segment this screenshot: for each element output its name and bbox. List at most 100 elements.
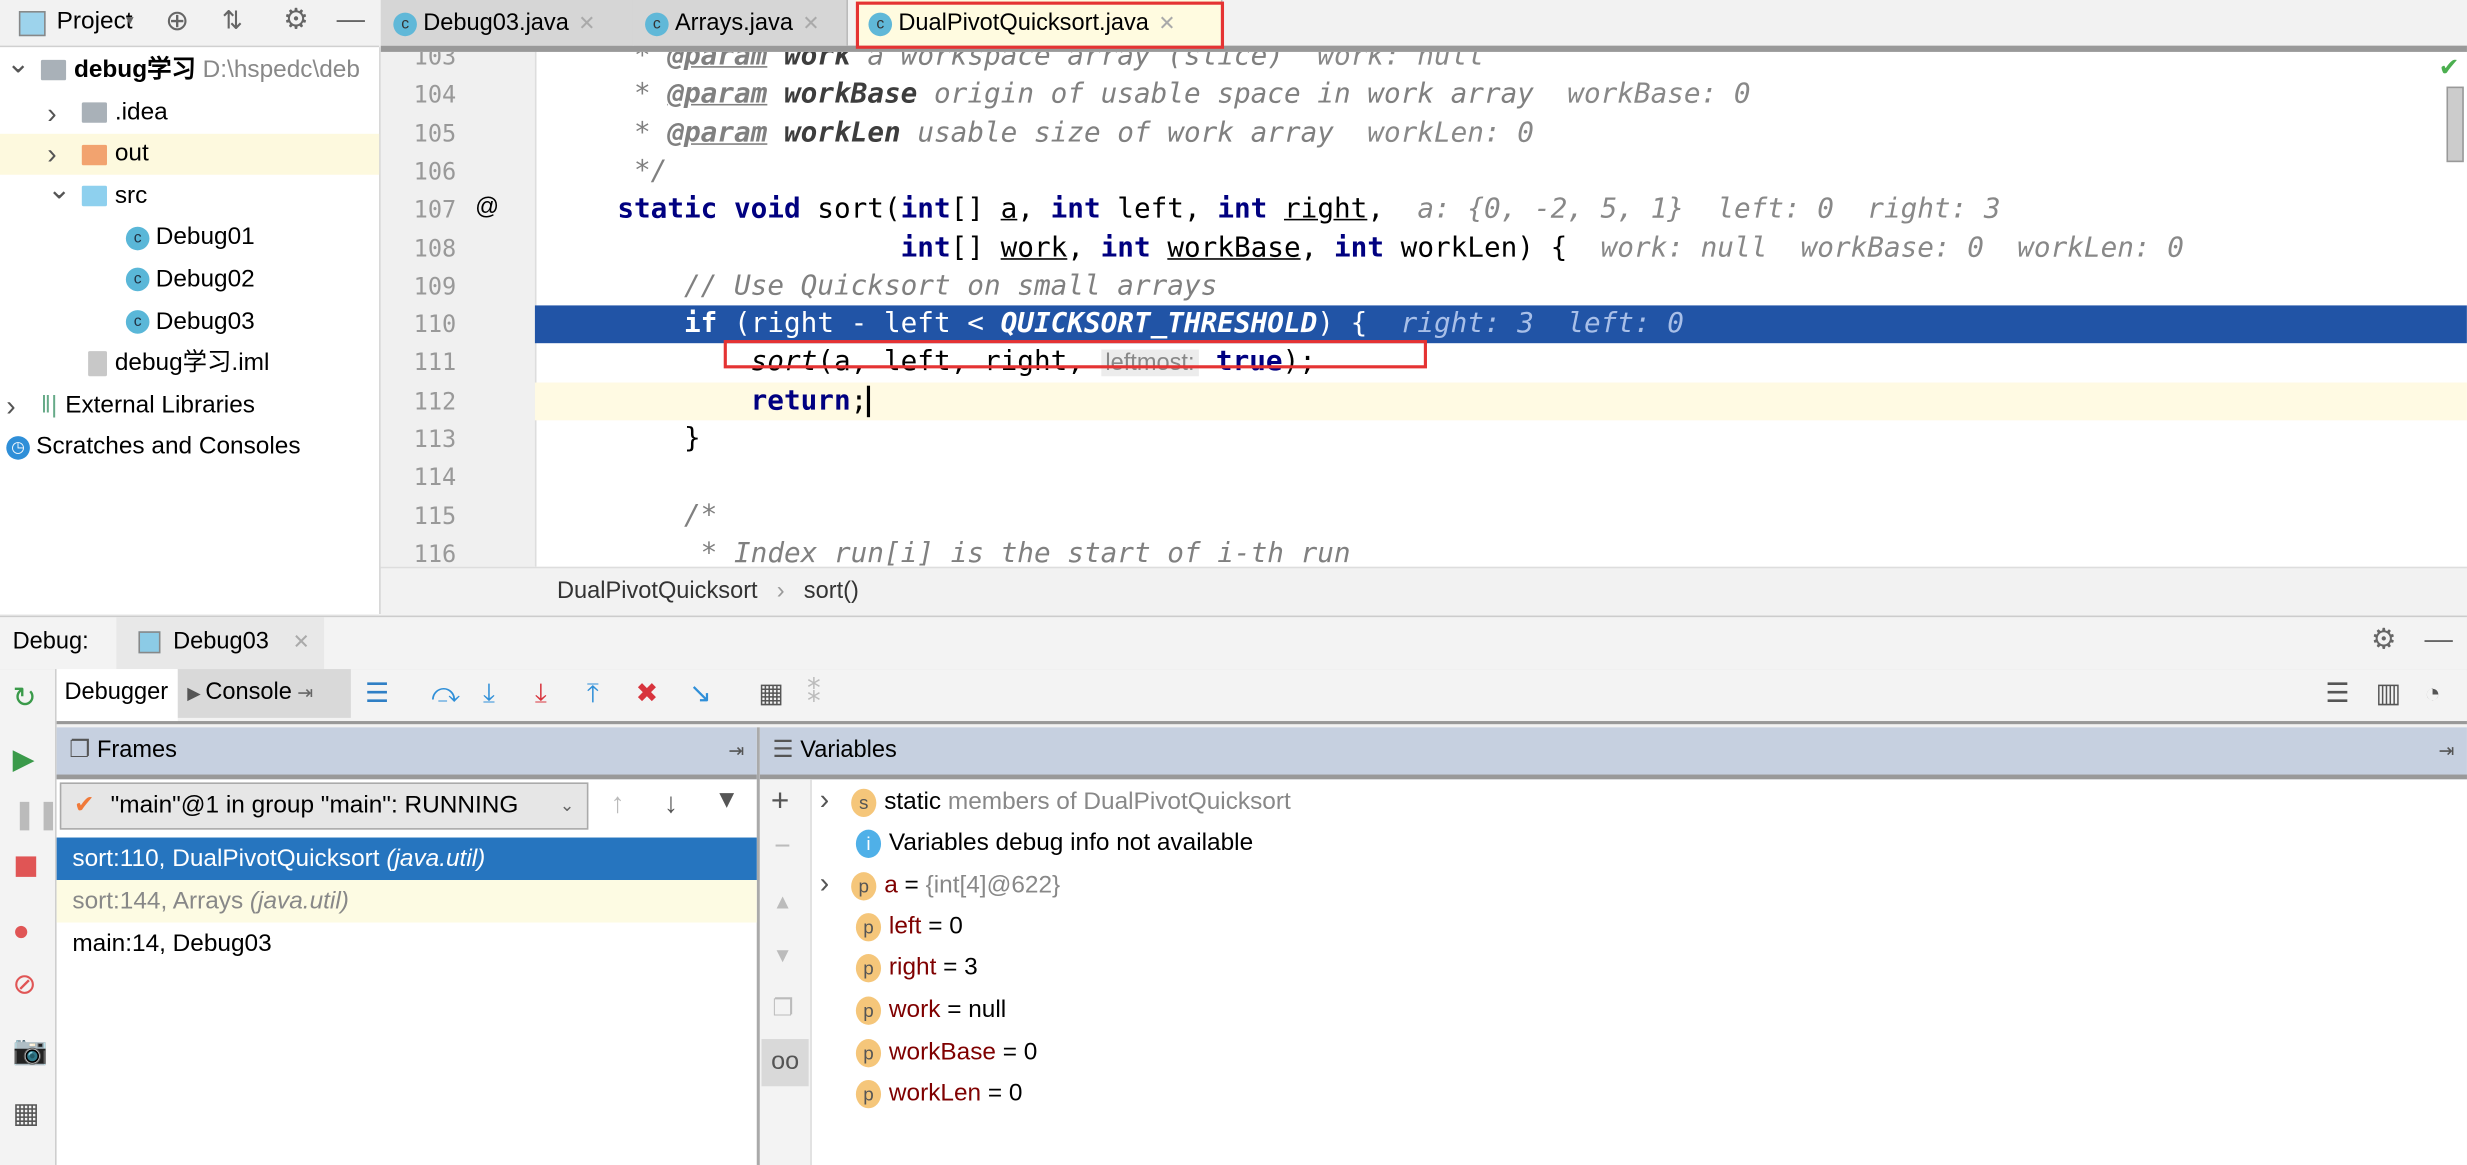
overhead-icon[interactable]: ◔ [2424,679,2440,710]
code-line[interactable]: if (right - left < QUICKSORT_THRESHOLD) … [534,305,2467,344]
force-step-into-icon[interactable]: ⤓ [535,679,547,710]
evaluate-expression-icon[interactable]: ▦ [758,679,783,710]
frame-item[interactable]: main:14, Debug03 [57,923,757,966]
step-out-icon[interactable]: ⤒ [587,679,599,710]
variable-item[interactable]: p right = 3 [813,947,978,990]
stop-icon[interactable] [15,856,37,877]
chevron-right-icon[interactable]: › [820,784,829,815]
tab-arrays[interactable]: c Arrays.java ✕ [632,0,849,46]
chevron-right-icon[interactable]: › [820,868,829,899]
memory-icon[interactable]: ▥ [2376,679,2401,710]
code-line[interactable]: return; [534,382,2467,420]
tree-item-debug01[interactable]: c Debug01 [0,218,379,259]
minimize-icon[interactable]: — [2424,623,2452,656]
tree-item-scratches-and-consoles[interactable]: ◷ Scratches and Consoles [0,427,379,468]
variable-item[interactable]: › s static members of DualPivotQuicksort [813,779,1291,822]
copy-icon[interactable]: ❐ [772,993,793,1022]
close-icon[interactable]: ✕ [293,630,310,655]
code-line[interactable]: static void sort(int[] a, int left, int … [535,191,2467,229]
step-over-icon[interactable]: ⤼ [431,679,460,710]
tree-item-label: debug学习.iml [114,349,270,377]
tab-label: Debug03.java [423,9,569,37]
chevron-right-icon[interactable]: › [6,385,15,426]
chevron-right-icon[interactable]: › [47,92,56,133]
close-icon[interactable]: ✕ [578,11,595,35]
arrow-up-icon[interactable]: ↑ [610,787,624,820]
add-watch-icon[interactable]: + [771,784,789,820]
item: debug学习.iml [88,343,269,384]
code-line[interactable]: * @param workLen usable size of work arr… [535,114,2467,152]
camera-icon[interactable]: 📷 [13,1034,48,1067]
variable-value: = 0 [995,1038,1038,1066]
code-line[interactable]: // Use Quicksort on small arrays [535,267,2467,305]
scrollbar-thumb[interactable] [2446,86,2464,163]
chevron-down-icon[interactable]: ⌄ [6,43,30,84]
rerun-icon[interactable]: ↻ [13,682,37,715]
layout-icon[interactable]: ▦ [13,1097,40,1130]
tree-item-external-libraries[interactable]: › ‖| External Libraries [0,385,379,426]
code-editor[interactable]: 103 104 105 106 107 @108 109 110 111 112 113 114 115… [380,51,2467,567]
remove-watch-icon[interactable]: − [774,830,791,863]
tree-item-debug03[interactable]: c Debug03 [0,302,379,343]
frame-item[interactable]: sort:110, DualPivotQuicksort (java.util) [56,837,757,881]
breadcrumb-item[interactable]: DualPivotQuicksort [557,578,758,605]
show-execution-point-icon[interactable]: ☰ [365,679,389,710]
code-line[interactable]: * @param workBase origin of usable space… [535,76,2467,114]
tree-item-debug--[interactable]: ⌄ debug学习 D:\hspedc\deb [0,47,379,91]
trace-icon[interactable]: ⁑ [807,679,820,710]
mute-breakpoints-icon[interactable]: ⊘ [13,968,37,1001]
line-number: 106 [413,157,457,186]
move-up-icon[interactable]: ▲ [772,889,792,913]
pause-icon[interactable]: ❚❚ [13,798,60,831]
variable-item[interactable]: › p a = {int[4]@622} [813,863,1060,906]
filter-icon[interactable]: ▼ [714,787,739,815]
code-line[interactable]: /* [535,497,2467,535]
debug-session-tab[interactable]: Debug03 ✕ [116,617,325,670]
code-line[interactable]: } [535,420,2467,458]
frame-item[interactable]: sort:144, Arrays (java.util) [56,880,757,923]
arrow-down-icon[interactable]: ↓ [664,787,678,820]
locate-icon[interactable]: ⊕ [165,5,189,38]
minimize-icon[interactable]: — [337,3,365,36]
code-line[interactable] [535,459,2467,497]
variable-item[interactable]: p left = 0 [813,905,963,948]
run-to-cursor-icon[interactable]: ↘ [689,679,711,710]
chevron-down-icon[interactable]: ▾ [126,13,134,30]
thread-dropdown[interactable]: ✔ "main"@1 in group "main": RUNNING ⌄ [59,782,589,830]
tree-item-debug---iml[interactable]: debug学习.iml [0,343,379,384]
code-token: , [1300,232,1334,264]
variable-item[interactable]: p workBase = 0 [813,1031,1037,1074]
tab-debugger[interactable]: Debugger [56,669,178,722]
code-line[interactable]: */ [535,153,2467,191]
collapse-icon[interactable]: ⇅ [222,5,243,36]
view-breakpoints-icon[interactable]: ● [13,915,30,948]
tab-console[interactable]: ▶ Console ⇥ [177,669,351,718]
variable-item[interactable]: p work = null [813,989,1006,1032]
code-line[interactable]: int[] work, int workBase, int workLen) {… [535,229,2467,267]
code-line[interactable]: * Index run[i] is the start of i-th run [535,535,2467,567]
restore-layout-icon[interactable]: ☰ [2325,679,2349,710]
step-into-icon[interactable]: ⤓ [483,679,495,710]
variable-item[interactable]: i Variables debug info not available [813,821,1253,864]
variable-item[interactable]: p workLen = 0 [813,1072,1022,1115]
tree-item-debug02[interactable]: c Debug02 [0,260,379,301]
inline-hint: workLen: 0 [1333,117,1534,149]
override-marker-icon[interactable]: @ [475,194,499,221]
tab-debug03[interactable]: c Debug03.java ✕ [380,0,635,46]
gear-icon[interactable]: ⚙ [2371,623,2396,656]
pin-icon[interactable]: ⇥ [728,727,744,774]
drop-frame-icon[interactable]: ✖ [636,679,658,710]
pin-icon[interactable]: ⇥ [2439,727,2455,774]
code-line[interactable]: * @param work a workspace array (slice) … [535,52,2467,76]
glasses-icon[interactable]: oo [761,1039,809,1087]
tree-item--idea[interactable]: › .idea [0,92,379,133]
move-down-icon[interactable]: ▼ [772,943,792,967]
resume-icon[interactable]: ▶ [13,743,35,776]
close-icon[interactable]: ✕ [802,11,819,35]
project-view-selector[interactable]: Project [57,8,133,36]
tree-item-src[interactable]: ⌄ src [0,173,379,217]
breadcrumb-item[interactable]: sort() [804,578,859,605]
chevron-down-icon[interactable]: ⌄ [47,168,71,209]
variable-type-icon: p [855,1038,882,1067]
gear-icon[interactable]: ⚙ [283,3,308,36]
